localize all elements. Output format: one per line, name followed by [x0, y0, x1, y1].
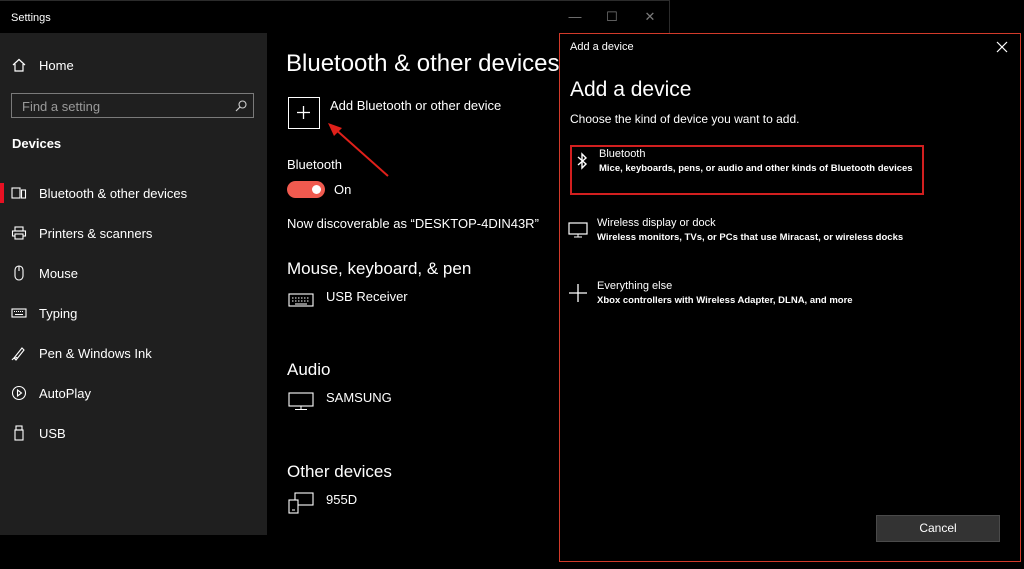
- option-title: Wireless display or dock: [597, 217, 716, 229]
- printer-icon: [11, 225, 27, 241]
- monitor-icon: [287, 390, 315, 412]
- minimize-button[interactable]: —: [560, 7, 590, 27]
- option-everything-else[interactable]: Everything else Xbox controllers with Wi…: [567, 279, 921, 329]
- device-name: SAMSUNG: [326, 390, 392, 405]
- mouse-icon: [11, 265, 27, 281]
- section-heading-input-devices: Mouse, keyboard, & pen: [287, 259, 472, 278]
- close-icon: [996, 41, 1008, 53]
- search-icon[interactable]: [235, 99, 247, 112]
- add-device-label[interactable]: Add Bluetooth or other device: [330, 98, 501, 113]
- bluetooth-icon: [572, 149, 592, 173]
- usb-icon: [11, 425, 27, 441]
- device-samsung[interactable]: SAMSUNG: [287, 390, 392, 414]
- sidebar-item-label: Pen & Windows Ink: [39, 345, 152, 361]
- keyboard-icon: [287, 289, 315, 311]
- sidebar-item-printers[interactable]: Printers & scanners: [0, 219, 267, 247]
- maximize-button[interactable]: ☐: [597, 7, 627, 27]
- sidebar-item-label: Bluetooth & other devices: [39, 185, 188, 201]
- option-title: Everything else: [597, 280, 673, 292]
- search-placeholder: Find a setting: [22, 99, 101, 114]
- page-title: Bluetooth & other devices: [286, 50, 560, 77]
- sidebar: Home Find a setting Devices Bluetooth & …: [0, 33, 267, 535]
- add-device-button[interactable]: [288, 97, 320, 129]
- sidebar-item-label: Printers & scanners: [39, 225, 153, 241]
- search-input[interactable]: Find a setting: [11, 93, 254, 118]
- bluetooth-toggle[interactable]: [287, 181, 325, 198]
- sidebar-item-label: Mouse: [39, 265, 79, 281]
- sidebar-item-home[interactable]: Home: [0, 53, 267, 77]
- device-icon: [287, 492, 315, 514]
- plus-icon: [297, 106, 310, 119]
- sidebar-section-heading: Devices: [12, 136, 62, 151]
- home-icon: [11, 57, 27, 73]
- device-usb-receiver[interactable]: USB Receiver: [287, 289, 408, 313]
- discoverable-status: Now discoverable as “DESKTOP-4DIN43R”: [287, 216, 539, 231]
- sidebar-item-label: Typing: [39, 305, 78, 321]
- device-955d[interactable]: 955D: [287, 492, 357, 516]
- dialog-heading: Add a device: [570, 78, 692, 101]
- dialog-close-button[interactable]: [995, 40, 1009, 54]
- settings-window-title: Settings: [11, 12, 51, 24]
- sidebar-item-label: Home: [39, 57, 74, 73]
- option-wireless-display[interactable]: Wireless display or dock Wireless monito…: [567, 216, 921, 266]
- sidebar-item-mouse[interactable]: Mouse: [0, 259, 267, 287]
- annotation-arrow: [328, 123, 389, 177]
- sidebar-item-typing[interactable]: Typing: [0, 299, 267, 327]
- section-heading-other-devices: Other devices: [287, 462, 392, 481]
- sidebar-item-label: AutoPlay: [39, 385, 92, 401]
- sidebar-item-pen[interactable]: Pen & Windows Ink: [0, 339, 267, 367]
- sidebar-item-autoplay[interactable]: AutoPlay: [0, 379, 267, 407]
- section-heading-audio: Audio: [287, 360, 331, 379]
- option-description: Xbox controllers with Wireless Adapter, …: [597, 295, 853, 306]
- plus-icon: [567, 281, 589, 305]
- cancel-button[interactable]: Cancel: [876, 515, 1000, 542]
- monitor-icon: [567, 218, 589, 242]
- autoplay-icon: [11, 385, 27, 401]
- sidebar-item-usb[interactable]: USB: [0, 419, 267, 447]
- add-device-dialog: Add a device Add a device Choose the kin…: [559, 33, 1021, 562]
- pen-icon: [11, 345, 27, 361]
- sidebar-item-bluetooth[interactable]: Bluetooth & other devices: [0, 179, 267, 207]
- close-button[interactable]: ✕: [635, 7, 665, 27]
- toggle-knob: [312, 185, 321, 194]
- dialog-window-title: Add a device: [570, 41, 634, 53]
- keyboard-icon: [11, 305, 27, 321]
- option-bluetooth[interactable]: Bluetooth Mice, keyboards, pens, or audi…: [570, 145, 924, 195]
- option-title: Bluetooth: [599, 148, 646, 160]
- bluetooth-devices-icon: [11, 185, 27, 201]
- device-name: USB Receiver: [326, 289, 408, 304]
- dialog-subtitle: Choose the kind of device you want to ad…: [570, 112, 800, 126]
- option-description: Mice, keyboards, pens, or audio and othe…: [599, 163, 913, 174]
- option-description: Wireless monitors, TVs, or PCs that use …: [597, 232, 904, 243]
- sidebar-item-label: USB: [39, 425, 66, 441]
- bluetooth-toggle-state: On: [334, 182, 352, 197]
- settings-titlebar: Settings — ☐ ✕: [0, 1, 670, 33]
- device-name: 955D: [326, 492, 358, 507]
